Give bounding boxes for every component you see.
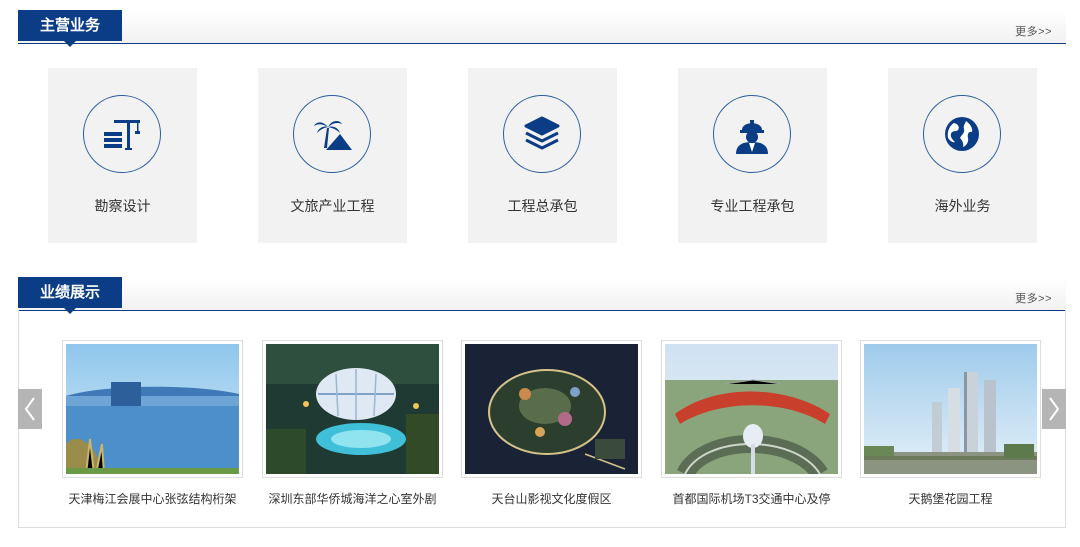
works-title-tab: 业绩展示 <box>18 277 122 314</box>
work-caption: 天鹅堡花园工程 <box>908 492 993 506</box>
work-image[interactable] <box>62 340 243 478</box>
work-caption: 天津梅江会展中心张弦结构桁架 <box>68 492 237 506</box>
chevron-right-icon <box>1049 397 1060 421</box>
service-label: 工程总承包 <box>507 198 578 214</box>
worker-hardhat-icon <box>713 95 791 173</box>
work-image[interactable] <box>661 340 842 478</box>
works-title: 业绩展示 <box>39 284 100 301</box>
work-caption: 深圳东部华侨城海洋之心室外剧 <box>268 492 437 506</box>
services-header: 主营业务 更多>> <box>18 10 1066 47</box>
services-more-link[interactable]: 更多>> <box>1015 23 1052 39</box>
work-caption: 天台山影视文化度假区 <box>491 492 612 506</box>
services-list: 勘察设计 文旅产业工程 工程总承包 专业工程承包 海外业务 <box>48 68 1038 243</box>
services-title-tab: 主营业务 <box>18 10 122 47</box>
work-image[interactable] <box>262 340 443 478</box>
work-item[interactable]: 天津梅江会展中心张弦结构桁架 <box>62 340 243 507</box>
work-image[interactable] <box>860 340 1041 478</box>
service-card-survey-design[interactable]: 勘察设计 <box>48 68 197 243</box>
layers-icon <box>503 95 581 173</box>
work-item[interactable]: 深圳东部华侨城海洋之心室外剧 <box>262 340 443 507</box>
service-label: 勘察设计 <box>94 198 151 214</box>
work-item[interactable]: 首都国际机场T3交通中心及停 <box>661 340 842 507</box>
crane-building-icon <box>83 95 161 173</box>
palm-mountain-icon <box>293 95 371 173</box>
service-card-professional[interactable]: 专业工程承包 <box>678 68 827 243</box>
services-title: 主营业务 <box>39 17 100 34</box>
works-more-link[interactable]: 更多>> <box>1015 290 1052 306</box>
service-card-overseas[interactable]: 海外业务 <box>888 68 1037 243</box>
service-label: 海外业务 <box>934 198 991 214</box>
globe-icon <box>923 95 1001 173</box>
service-card-epc[interactable]: 工程总承包 <box>468 68 617 243</box>
work-image[interactable] <box>461 340 642 478</box>
works-header: 业绩展示 更多>> <box>18 277 1066 314</box>
service-label: 专业工程承包 <box>710 198 795 214</box>
service-label: 文旅产业工程 <box>290 198 375 214</box>
work-item[interactable]: 天鹅堡花园工程 <box>860 340 1041 507</box>
carousel-prev-button[interactable] <box>18 389 42 429</box>
service-card-cultural-tourism[interactable]: 文旅产业工程 <box>258 68 407 243</box>
carousel-next-button[interactable] <box>1042 389 1066 429</box>
work-caption: 首都国际机场T3交通中心及停 <box>672 492 831 506</box>
chevron-left-icon <box>24 397 35 421</box>
work-item[interactable]: 天台山影视文化度假区 <box>461 340 642 507</box>
page: 主营业务 更多>> 勘察设计 文旅产业工程 工程总承包 专业工程承包 海外业务 … <box>0 0 1080 547</box>
